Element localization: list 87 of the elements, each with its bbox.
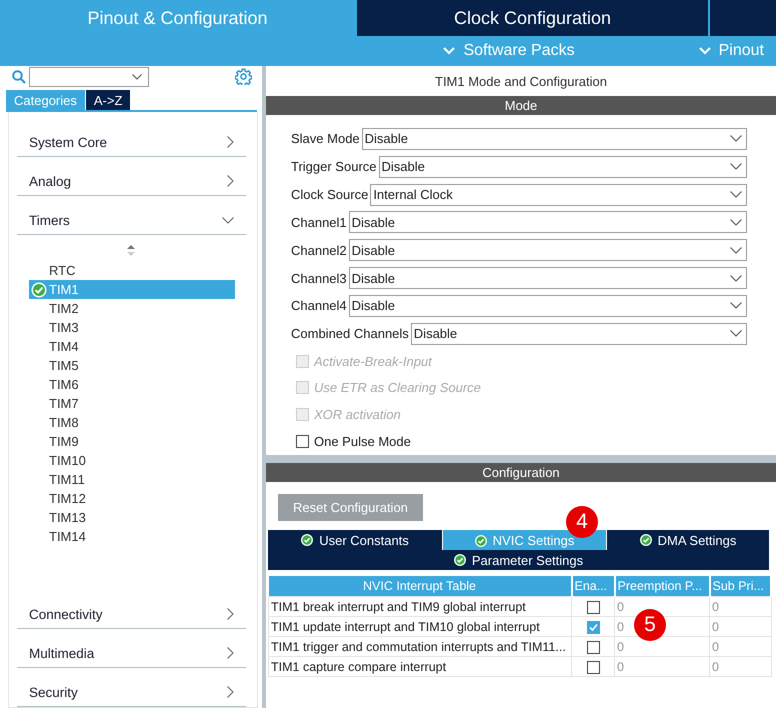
- category-header[interactable]: Analog: [17, 157, 246, 196]
- step-badge: 4: [566, 506, 598, 538]
- chevron-down-icon: [730, 246, 742, 254]
- check-circle-icon: [640, 534, 652, 546]
- field-label: Slave Mode: [291, 131, 360, 146]
- table-cell: TIM1 capture compare interrupt: [268, 656, 572, 676]
- timer-item[interactable]: TIM2: [29, 299, 235, 318]
- table-cell: TIM1 break interrupt and TIM9 global interrupt: [268, 596, 572, 616]
- table-cell: 0: [710, 616, 771, 636]
- timer-item[interactable]: TIM12: [29, 489, 235, 508]
- section-header: Configuration: [266, 463, 776, 482]
- dropdown[interactable]: Disable: [348, 211, 747, 234]
- table-cell: 0: [710, 596, 771, 616]
- category-header[interactable]: System Core: [17, 118, 246, 157]
- config-tab[interactable]: User Constants: [268, 530, 443, 550]
- checkbox[interactable]: [586, 620, 600, 634]
- timer-item[interactable]: TIM5: [29, 356, 235, 375]
- settings-icon[interactable]: [235, 68, 252, 85]
- chevron-down-icon: [730, 330, 742, 338]
- check-circle-icon: [31, 282, 47, 298]
- view-tab[interactable]: A->Z: [86, 90, 130, 110]
- dropdown[interactable]: Disable: [348, 267, 747, 290]
- table-cell: 0: [614, 656, 710, 676]
- timer-item[interactable]: TIM14: [29, 527, 235, 546]
- chevron-down-icon: [222, 216, 234, 224]
- main-tab[interactable]: Clock Configuration: [357, 0, 708, 36]
- timer-item[interactable]: TIM11: [29, 470, 235, 489]
- chevron-right-icon: [227, 136, 234, 148]
- chevron-right-icon: [227, 608, 234, 620]
- dropdown[interactable]: Disable: [348, 239, 747, 262]
- timer-item[interactable]: TIM6: [29, 375, 235, 394]
- chevron-down-icon: [730, 274, 742, 282]
- table-cell: TIM1 trigger and commutation interrupts and TIM11...: [268, 636, 572, 656]
- check-circle-icon: [474, 534, 487, 546]
- chevron-down-icon: [132, 74, 142, 80]
- tab-bar-background: [710, 0, 776, 36]
- check-circle-icon: [454, 554, 466, 566]
- field-label: Trigger Source: [291, 159, 376, 174]
- checkbox[interactable]: [586, 660, 600, 674]
- timer-item[interactable]: TIM7: [29, 394, 235, 413]
- chevron-down-icon: [730, 135, 742, 142]
- section-header: Mode: [266, 96, 776, 115]
- field-label: Channel1: [291, 214, 347, 230]
- field-label: Channel3: [291, 270, 347, 286]
- field-label: Channel2: [291, 242, 347, 258]
- category-header[interactable]: Timers: [17, 196, 246, 235]
- config-tab[interactable]: DMA Settings: [607, 530, 770, 550]
- field-label: Clock Source: [291, 187, 368, 202]
- check-circle-icon: [301, 534, 314, 546]
- sort-icon[interactable]: [127, 245, 135, 256]
- panel-title: TIM1 Mode and Configuration: [434, 72, 608, 91]
- chevron-right-icon: [227, 686, 234, 698]
- timer-item[interactable]: TIM8: [29, 413, 235, 432]
- timer-item[interactable]: TIM3: [29, 318, 235, 337]
- dropdown[interactable]: Disable: [362, 128, 747, 150]
- checkbox[interactable]: One Pulse Mode: [291, 428, 776, 455]
- timer-item[interactable]: TIM9: [29, 432, 235, 451]
- search-icon[interactable]: [12, 70, 26, 84]
- search-field[interactable]: [29, 66, 149, 86]
- timer-item[interactable]: RTC: [29, 261, 235, 280]
- category-header[interactable]: Multimedia: [17, 629, 246, 668]
- chevron-right-icon: [227, 647, 234, 659]
- chevron-right-icon: [227, 175, 234, 187]
- checkbox[interactable]: [586, 600, 600, 614]
- timer-item[interactable]: TIM13: [29, 508, 235, 527]
- chevron-down-icon: [730, 218, 742, 226]
- table-cell: 0: [710, 636, 771, 656]
- chevron-down-icon: [730, 163, 742, 170]
- dropdown[interactable]: Disable: [348, 294, 747, 317]
- chevron-down-icon: [443, 47, 456, 55]
- chevron-down-icon: [698, 47, 711, 55]
- timer-item[interactable]: TIM4: [29, 337, 235, 356]
- table-cell: TIM1 update interrupt and TIM10 global interrupt: [268, 616, 572, 636]
- chevron-down-icon: [730, 302, 742, 310]
- chevron-down-icon: [730, 191, 742, 198]
- dropdown[interactable]: Internal Clock: [370, 184, 747, 206]
- dropdown[interactable]: Disable: [410, 322, 747, 345]
- config-tab[interactable]: Parameter Settings: [268, 550, 770, 570]
- checkbox[interactable]: [586, 640, 600, 654]
- step-badge: 5: [634, 609, 666, 641]
- field-label: Channel4: [291, 298, 347, 314]
- table-cell: 0: [710, 656, 771, 676]
- field-label: Combined Channels: [291, 326, 409, 342]
- timer-item[interactable]: TIM10: [29, 451, 235, 470]
- category-header[interactable]: Connectivity: [17, 590, 246, 629]
- category-header[interactable]: Security: [17, 668, 246, 707]
- dropdown[interactable]: Disable: [378, 156, 747, 178]
